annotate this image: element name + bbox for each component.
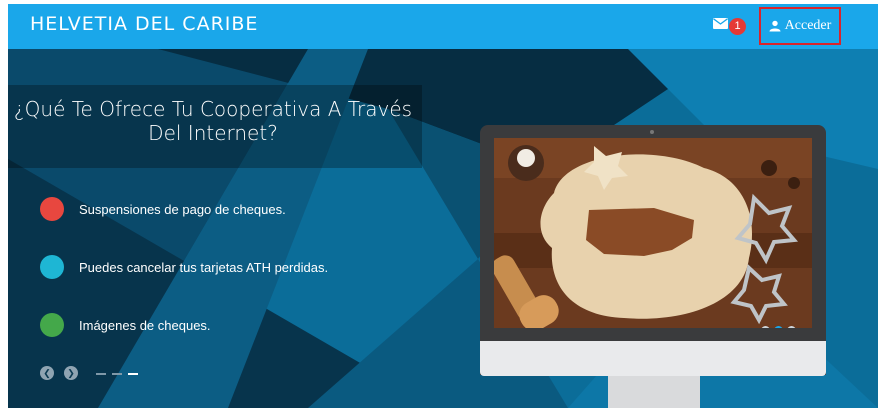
login-button[interactable]: Acceder [759, 7, 841, 45]
user-icon [769, 20, 781, 32]
feature-text: Imágenes de cheques. [79, 317, 211, 333]
carousel-next-icon[interactable]: ❯ [64, 366, 78, 380]
notification-badge[interactable]: 1 [729, 18, 746, 35]
monitor-frame [480, 125, 826, 375]
feature-item: Puedes cancelar tus tarjetas ATH perdida… [40, 254, 328, 280]
image-carousel-dot-3[interactable] [787, 326, 796, 328]
top-navbar: HELVETIA DEL CARIBE 1 Acceder [8, 4, 878, 49]
feature-bullet-icon [40, 197, 64, 221]
dough-photo [494, 138, 812, 328]
feature-item: Imágenes de cheques. [40, 312, 211, 338]
login-label: Acceder [784, 18, 832, 33]
hero-title-line2: Del Internet? [148, 121, 278, 145]
hero-banner: ¿Qué Te Ofrece Tu Cooperativa A Través D… [8, 49, 878, 408]
carousel-indicator-1[interactable] [96, 373, 106, 375]
image-carousel-dot-1[interactable] [761, 326, 770, 328]
hero-title-panel: ¿Qué Te Ofrece Tu Cooperativa A Través D… [8, 85, 422, 168]
monitor-chin [480, 341, 826, 376]
monitor-camera [650, 130, 654, 134]
monitor-stand [608, 376, 700, 408]
page: HELVETIA DEL CARIBE 1 Acceder ¿Qué Te Of… [0, 0, 878, 408]
feature-item: Suspensiones de pago de cheques. [40, 196, 286, 222]
hero-title: ¿Qué Te Ofrece Tu Cooperativa A Través D… [8, 97, 418, 145]
monitor-screen [494, 138, 812, 328]
carousel-prev-icon[interactable]: ❮ [40, 366, 54, 380]
feature-bullet-icon [40, 313, 64, 337]
feature-bullet-icon [40, 255, 64, 279]
brand-title[interactable]: HELVETIA DEL CARIBE [30, 13, 258, 35]
feature-text: Puedes cancelar tus tarjetas ATH perdida… [79, 259, 329, 275]
feature-text: Suspensiones de pago de cheques. [79, 201, 286, 217]
hero-title-line1: ¿Qué Te Ofrece Tu Cooperativa A Través [13, 97, 413, 121]
carousel-indicator-3[interactable] [128, 373, 138, 375]
mail-icon[interactable] [713, 18, 728, 29]
image-carousel-dot-2[interactable] [774, 326, 783, 328]
carousel-indicator-2[interactable] [112, 373, 122, 375]
